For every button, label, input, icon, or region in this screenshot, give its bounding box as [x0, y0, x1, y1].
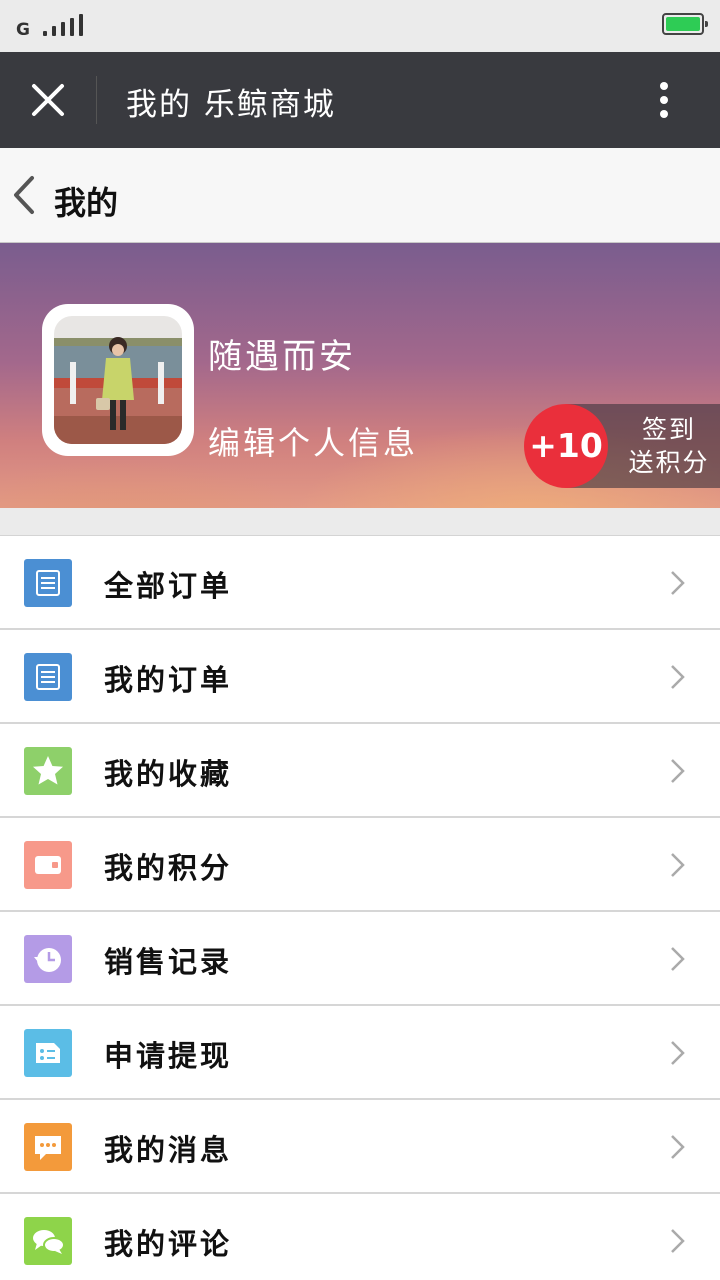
battery-icon [662, 13, 708, 35]
chevron-right-icon [671, 571, 685, 595]
menu-item-comments[interactable]: 我的评论 [0, 1194, 720, 1280]
menu-item-points[interactable]: 我的积分 [0, 818, 720, 912]
page-header: 我的 [0, 148, 720, 243]
wechat-page-title: 我的 乐鲸商城 [126, 87, 336, 123]
menu-item-label: 我的订单 [104, 663, 233, 697]
back-icon[interactable] [0, 148, 48, 243]
menu-item-favorites[interactable]: 我的收藏 [0, 724, 720, 818]
chevron-right-icon [671, 1135, 685, 1159]
menu-item-label: 我的评论 [104, 1227, 233, 1261]
network-type-label: G [16, 20, 30, 40]
menu-item-label: 全部订单 [104, 569, 233, 603]
my-orders-icon [24, 653, 72, 701]
wallet-icon [24, 841, 72, 889]
profile-banner: 随遇而安 编辑个人信息 +10 签到 送积分 [0, 243, 720, 508]
menu-item-withdraw[interactable]: 申请提现 [0, 1006, 720, 1100]
star-icon [24, 747, 72, 795]
menu-item-label: 申请提现 [104, 1039, 233, 1073]
menu-item-all-orders[interactable]: 全部订单 [0, 536, 720, 630]
withdraw-list-icon [24, 1029, 72, 1077]
checkin-label: 签到 送积分 [622, 413, 716, 479]
menu-item-messages[interactable]: 我的消息 [0, 1100, 720, 1194]
avatar-photo [54, 316, 182, 444]
avatar[interactable] [42, 304, 194, 456]
menu-item-label: 销售记录 [104, 945, 233, 979]
signal-strength-icon [43, 14, 83, 36]
menu-item-label: 我的积分 [104, 851, 233, 885]
history-icon [24, 935, 72, 983]
divider [96, 76, 97, 124]
status-bar: G [0, 0, 720, 52]
close-icon[interactable] [24, 76, 72, 124]
checkin-button[interactable]: +10 签到 送积分 [524, 404, 720, 488]
order-list-icon [24, 559, 72, 607]
username: 随遇而安 [208, 337, 356, 377]
chevron-right-icon [671, 1041, 685, 1065]
comment-icon [24, 1217, 72, 1265]
menu-item-label: 我的收藏 [104, 757, 233, 791]
chevron-right-icon [671, 853, 685, 877]
chevron-right-icon [671, 759, 685, 783]
checkin-label-line2: 送积分 [628, 448, 710, 477]
chevron-right-icon [671, 1229, 685, 1253]
menu-list: 全部订单 我的订单 我的收藏 我的积分 销售记录 申请提现 我的消息 我的评论 [0, 535, 720, 1280]
menu-item-label: 我的消息 [104, 1133, 233, 1167]
chevron-right-icon [671, 947, 685, 971]
page-title: 我的 [54, 184, 119, 222]
more-options-icon[interactable] [644, 76, 684, 124]
message-icon [24, 1123, 72, 1171]
wechat-top-bar: 我的 乐鲸商城 [0, 52, 720, 148]
checkin-points-badge: +10 [524, 404, 608, 488]
menu-item-my-orders[interactable]: 我的订单 [0, 630, 720, 724]
chevron-right-icon [671, 665, 685, 689]
checkin-label-line1: 签到 [641, 415, 696, 444]
menu-item-sales-records[interactable]: 销售记录 [0, 912, 720, 1006]
edit-profile-link[interactable]: 编辑个人信息 [208, 418, 418, 464]
